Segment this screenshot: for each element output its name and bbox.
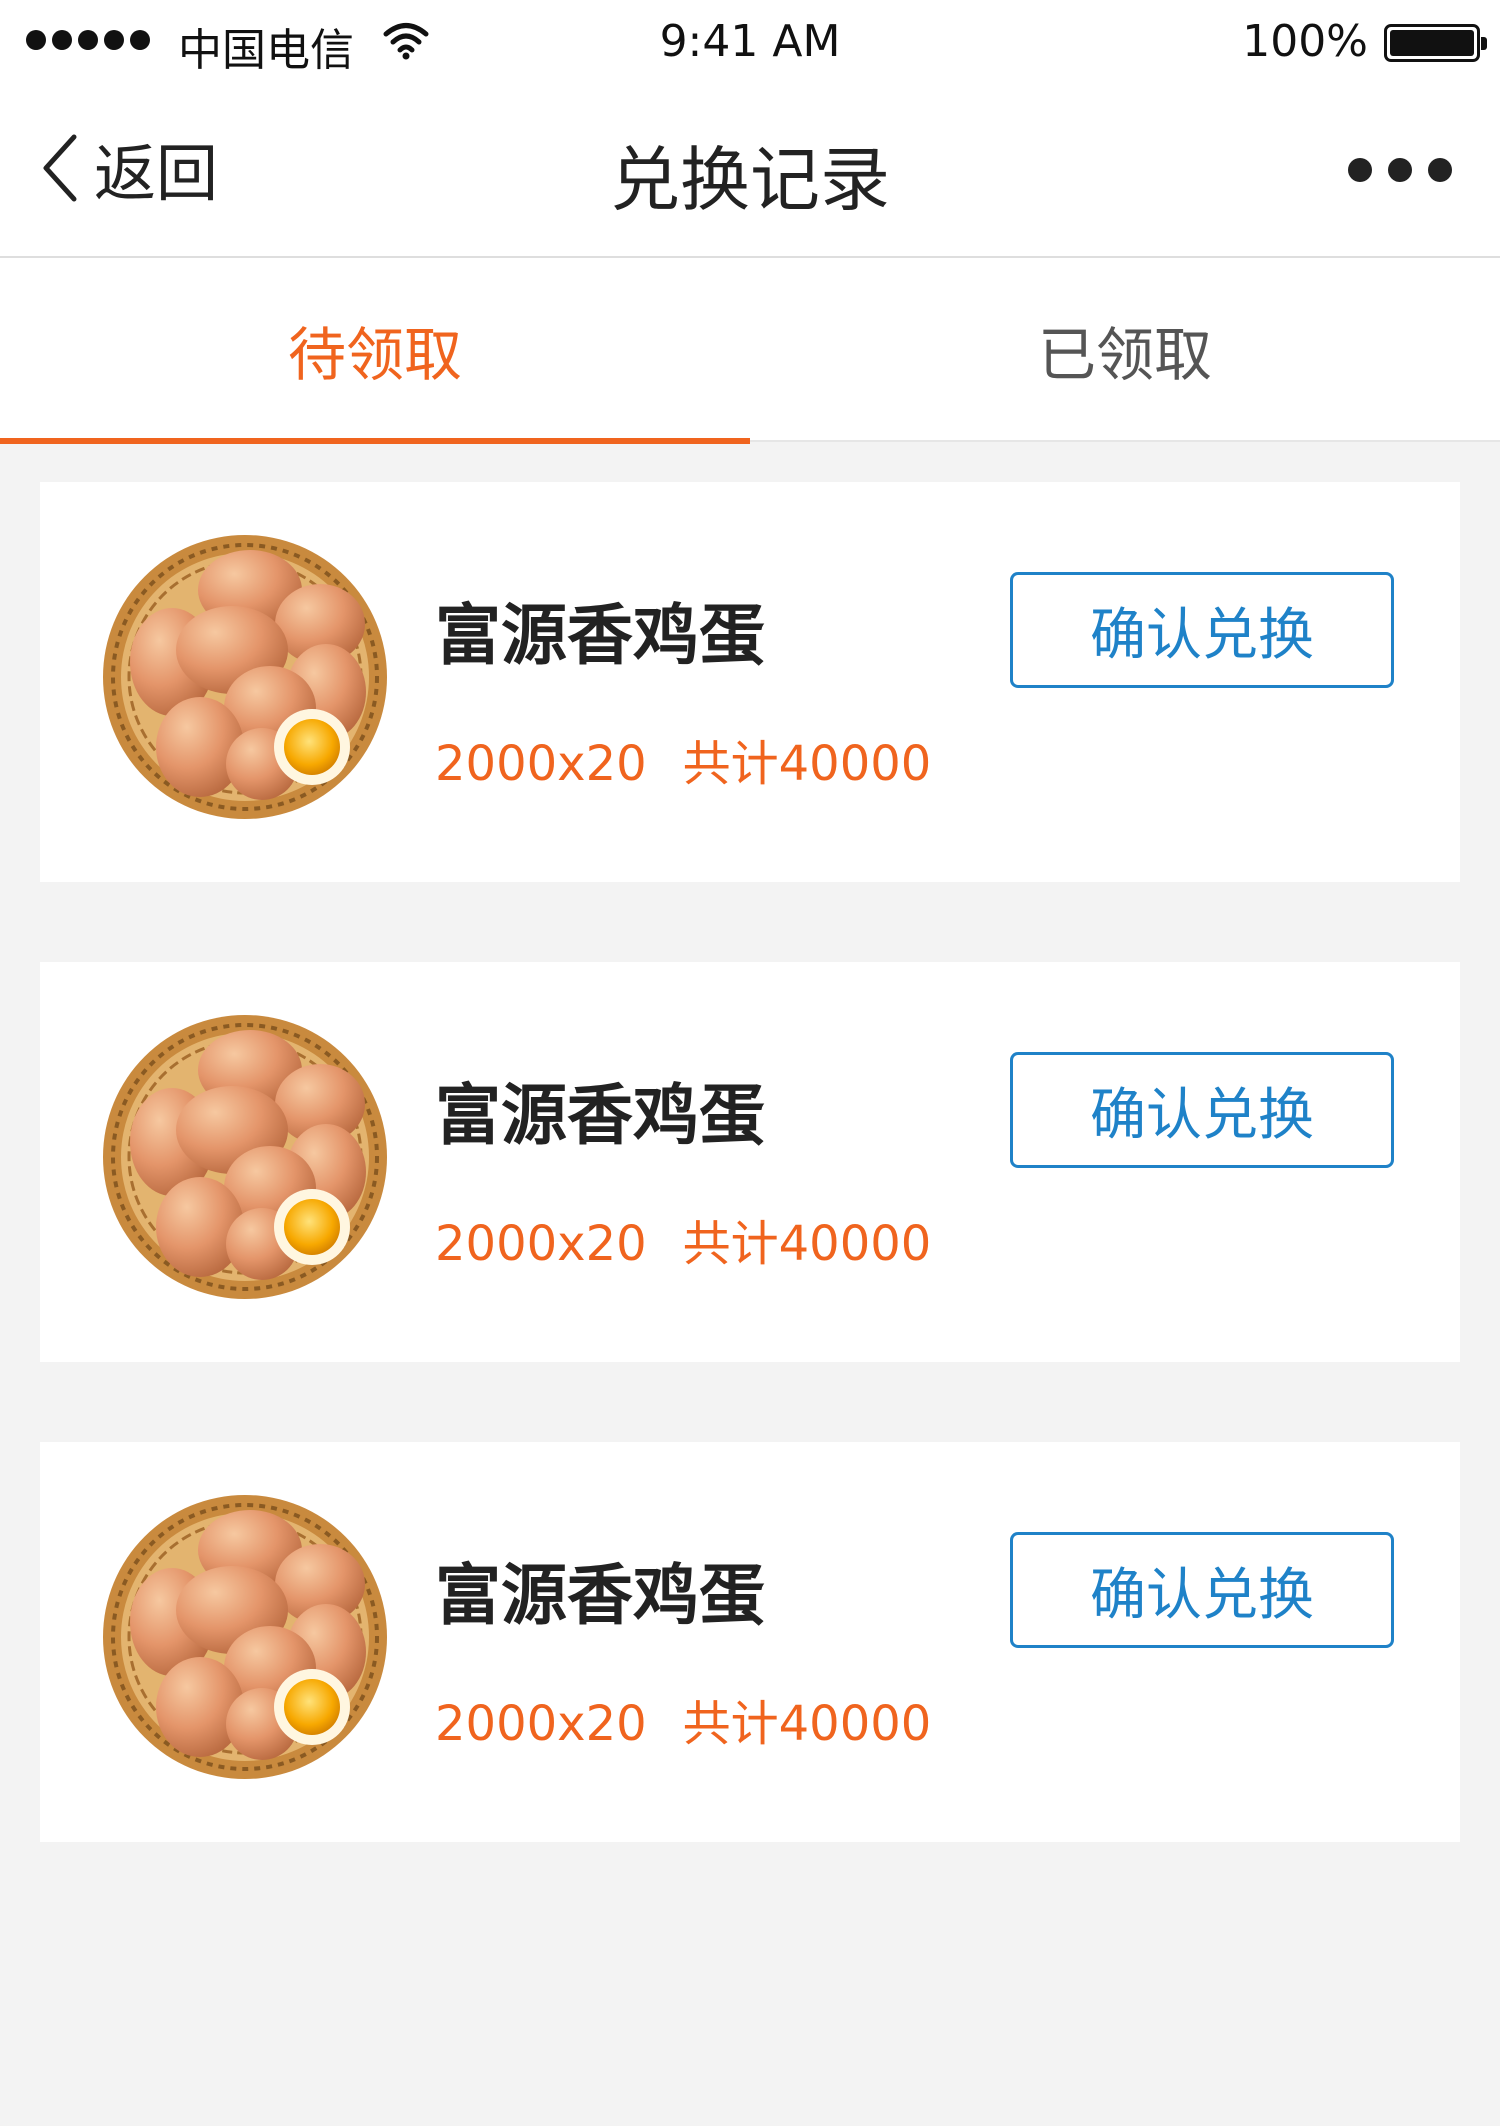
- confirm-exchange-button[interactable]: 确认兑换: [1010, 1532, 1394, 1648]
- back-chevron-icon: [43, 134, 77, 202]
- status-bar: 中国电信 9:41 AM 100%: [0, 0, 1500, 84]
- product-quantity: 2000x20: [435, 1696, 647, 1752]
- product-total: 共计40000: [682, 1216, 932, 1272]
- battery-percentage: 100%: [1242, 16, 1368, 67]
- confirm-exchange-button[interactable]: 确认兑换: [1010, 1052, 1394, 1168]
- product-total: 共计40000: [682, 1696, 932, 1752]
- product-quantity: 2000x20: [435, 1216, 647, 1272]
- confirm-exchange-button[interactable]: 确认兑换: [1010, 572, 1394, 688]
- product-name: 富源香鸡蛋: [435, 1077, 765, 1154]
- back-label: 返回: [94, 137, 219, 210]
- back-button[interactable]: 返回: [40, 128, 218, 210]
- list-item: 富源香鸡蛋 2000x20 共计40000 确认兑换: [40, 482, 1460, 882]
- egg-basket-image: [100, 532, 390, 822]
- tab-received[interactable]: 已领取: [750, 258, 1500, 442]
- product-name: 富源香鸡蛋: [435, 1557, 765, 1634]
- list-item: 富源香鸡蛋 2000x20 共计40000 确认兑换: [40, 1442, 1460, 1842]
- product-name: 富源香鸡蛋: [435, 597, 765, 674]
- page-title: 兑换记录: [610, 139, 890, 221]
- egg-basket-image: [100, 1012, 390, 1302]
- product-total: 共计40000: [682, 736, 932, 792]
- list-item: 富源香鸡蛋 2000x20 共计40000 确认兑换: [40, 962, 1460, 1362]
- more-icon[interactable]: [1348, 158, 1452, 182]
- product-meta: 2000x20 共计40000: [435, 1204, 931, 1274]
- tab-bar: 待领取 已领取: [0, 258, 1500, 444]
- product-meta: 2000x20 共计40000: [435, 724, 931, 794]
- product-meta: 2000x20 共计40000: [435, 1684, 931, 1754]
- egg-basket-image: [100, 1492, 390, 1782]
- tab-pending[interactable]: 待领取: [0, 258, 750, 444]
- battery-icon: [1384, 24, 1487, 62]
- product-quantity: 2000x20: [435, 736, 647, 792]
- nav-bar: 返回 兑换记录: [0, 84, 1500, 258]
